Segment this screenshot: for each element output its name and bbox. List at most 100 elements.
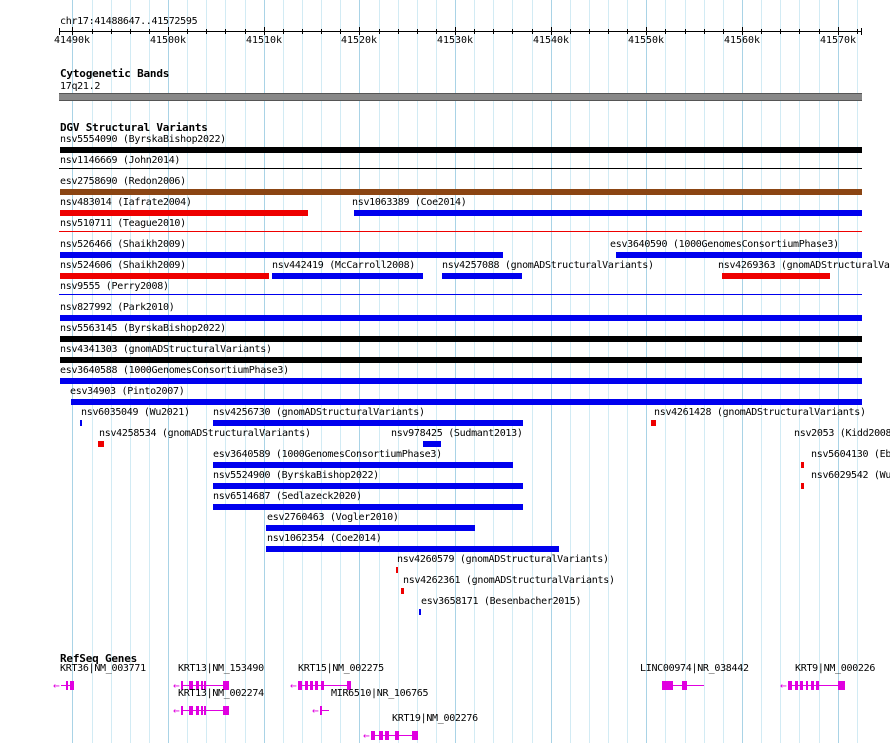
variant-label: nsv483014 (Iafrate2004): [60, 197, 192, 208]
gene-exon[interactable]: [305, 681, 308, 690]
ruler-major-tick: [72, 27, 73, 35]
gene-exon[interactable]: [320, 706, 322, 715]
variant-bar[interactable]: [60, 378, 862, 384]
gene-label: KRT13|NM_002274: [178, 688, 264, 699]
gene-exon[interactable]: [385, 731, 389, 740]
ruler-tick-label: 41510k: [245, 35, 283, 46]
variant-bar[interactable]: [60, 210, 308, 216]
ruler-minor-tick: [245, 29, 246, 34]
track-separator: [59, 294, 862, 295]
gene-exon[interactable]: [181, 706, 183, 715]
variant-bar[interactable]: [98, 441, 104, 447]
gene-exon[interactable]: [189, 706, 193, 715]
variant-bar[interactable]: [60, 273, 269, 279]
ruler-tick-label: 41540k: [532, 35, 570, 46]
ruler-major-tick: [455, 27, 456, 35]
ruler-minor-tick: [321, 29, 322, 34]
variant-bar[interactable]: [801, 462, 804, 468]
variant-label: nsv442419 (McCarroll2008): [272, 260, 416, 271]
ruler-minor-tick: [436, 29, 437, 34]
grid-line: [742, 0, 743, 743]
gene-exon[interactable]: [310, 681, 313, 690]
gene-exon[interactable]: [682, 681, 687, 690]
variant-bar[interactable]: [60, 336, 862, 342]
gene-exon[interactable]: [838, 681, 845, 690]
region-label: chr17:41488647..41572595: [60, 16, 198, 27]
gene-exon[interactable]: [223, 706, 229, 715]
gene-exon[interactable]: [412, 731, 418, 740]
variant-label: nsv4258534 (gnomADStructuralVariants): [99, 428, 311, 439]
variant-label: nsv4261428 (gnomADStructuralVariants): [654, 407, 866, 418]
variant-bar[interactable]: [354, 210, 862, 216]
variant-bar[interactable]: [266, 525, 475, 531]
variant-bar[interactable]: [722, 273, 830, 279]
grid-line: [857, 0, 858, 743]
variant-bar[interactable]: [60, 315, 862, 321]
ruler-minor-tick: [474, 29, 475, 34]
grid-line: [512, 0, 513, 743]
variant-bar[interactable]: [266, 546, 559, 552]
variant-bar[interactable]: [213, 504, 523, 510]
gene-exon[interactable]: [371, 731, 375, 740]
variant-bar[interactable]: [213, 420, 523, 426]
grid-line: [551, 0, 552, 743]
gene-exon[interactable]: [795, 681, 798, 690]
ruler-major-tick: [742, 27, 743, 35]
gene-exon[interactable]: [201, 706, 203, 715]
gene-exon[interactable]: [196, 706, 199, 715]
ruler-minor-tick: [589, 29, 590, 34]
variant-bar[interactable]: [60, 189, 862, 195]
gene-exon[interactable]: [662, 681, 673, 690]
variant-bar[interactable]: [213, 483, 523, 489]
variant-label: nsv4260579 (gnomADStructuralVariants): [397, 554, 609, 565]
variant-bar[interactable]: [801, 483, 804, 489]
variant-bar[interactable]: [401, 588, 404, 594]
gene-exon[interactable]: [379, 731, 383, 740]
gene-exon[interactable]: [298, 681, 302, 690]
ruler-minor-tick: [130, 29, 131, 34]
gene-exon[interactable]: [66, 681, 68, 690]
variant-bar[interactable]: [60, 252, 503, 258]
ruler-tick-label: 41520k: [340, 35, 378, 46]
gene-exon[interactable]: [788, 681, 792, 690]
variant-bar[interactable]: [442, 273, 522, 279]
ruler-major-tick: [264, 27, 265, 35]
gene-exon[interactable]: [315, 681, 318, 690]
ruler-end-tick: [59, 28, 60, 35]
ruler-minor-tick: [608, 29, 609, 34]
ruler-minor-tick: [417, 29, 418, 34]
cytoband-bar[interactable]: [59, 93, 862, 101]
variant-bar[interactable]: [60, 357, 862, 363]
ruler-minor-tick: [187, 29, 188, 34]
gene-exon[interactable]: [321, 681, 324, 690]
variant-bar[interactable]: [80, 420, 82, 426]
gene-exon[interactable]: [816, 681, 819, 690]
grid-line: [819, 0, 820, 743]
variant-bar[interactable]: [423, 441, 441, 447]
variant-bar[interactable]: [213, 462, 513, 468]
variant-bar[interactable]: [71, 399, 862, 405]
gene-exon[interactable]: [70, 681, 74, 690]
ruler-minor-tick: [780, 29, 781, 34]
gene-exon[interactable]: [800, 681, 803, 690]
gene-exon[interactable]: [204, 706, 206, 715]
grid-line: [704, 0, 705, 743]
variant-bar[interactable]: [651, 420, 656, 426]
gene-exon[interactable]: [811, 681, 814, 690]
variant-bar[interactable]: [419, 609, 421, 615]
ruler-minor-tick: [532, 29, 533, 34]
variant-bar[interactable]: [272, 273, 423, 279]
ruler-tick-label: 41550k: [627, 35, 665, 46]
variant-bar[interactable]: [396, 567, 398, 573]
cytoband-track-title: Cytogenetic Bands: [60, 67, 170, 80]
variant-label: nsv827992 (Park2010): [60, 302, 175, 313]
gene-exon[interactable]: [395, 731, 399, 740]
variant-bar[interactable]: [616, 252, 862, 258]
ruler-end-tick: [861, 28, 862, 35]
track-separator: [59, 168, 862, 169]
grid-line: [359, 0, 360, 743]
grid-line: [608, 0, 609, 743]
gene-exon[interactable]: [806, 681, 808, 690]
variant-bar[interactable]: [60, 147, 862, 153]
variant-label: nsv978425 (Sudmant2013): [391, 428, 523, 439]
